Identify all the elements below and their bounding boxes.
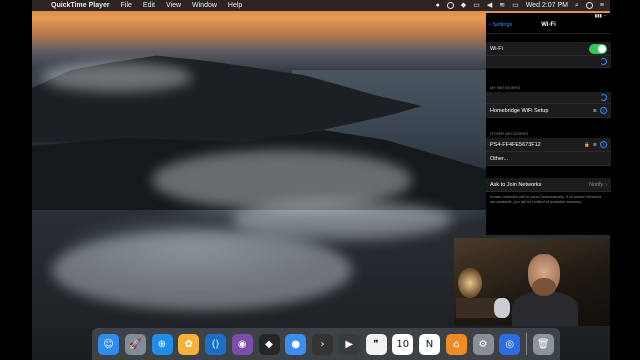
app-menu[interactable]: QuickTime Player — [51, 0, 110, 11]
phone-nav-bar: ‹ Settings Wi-Fi — [486, 20, 611, 34]
ask-join-value: Notify — [589, 181, 604, 188]
menu-file[interactable]: File — [121, 0, 132, 11]
quote-app-icon[interactable]: ❞ — [365, 333, 387, 355]
final-cut-icon[interactable]: ▶ — [338, 333, 360, 355]
other-networks-header: OTHER NETWORKS — [490, 131, 529, 136]
cloud — [232, 200, 452, 240]
notion-icon[interactable]: N — [419, 333, 440, 355]
webcam-overlay — [454, 238, 610, 326]
prompt-icon[interactable]: › — [312, 333, 333, 355]
github-desktop-icon[interactable]: ◉ — [231, 333, 253, 355]
dock: ☺ 🚀 ⊕ ✿ ⟨⟩ ◉ ◆ ● › ▶ ❞ 10 N ⌂ ⚙ ◎ 🗑 — [92, 328, 560, 360]
wifi-status-icon[interactable]: ≋ — [499, 0, 505, 11]
chevron-right-icon: › — [605, 181, 607, 188]
cloud — [52, 230, 352, 310]
lamp — [458, 268, 482, 298]
status-menus: ● ◆ ▭ ◀ ≋ ▭ Wed 2:07 PM ⌕ ≡ — [429, 0, 610, 11]
user-avatar-icon[interactable] — [585, 2, 593, 9]
creative-cloud-icon[interactable] — [446, 2, 454, 9]
ask-join-label: Ask to Join Networks — [490, 181, 542, 188]
lock-icon: 🔒 — [584, 141, 590, 147]
safari-icon[interactable]: ⊕ — [151, 333, 173, 355]
finder-icon[interactable]: ☺ — [98, 333, 119, 355]
other-label: Other... — [490, 155, 509, 162]
my-networks-header: MY NETWORKS — [490, 85, 521, 90]
messages-icon[interactable]: ● — [285, 333, 307, 355]
wifi-signal-icon: ≋ — [592, 107, 597, 114]
spotlight-icon[interactable]: ⌕ — [575, 0, 579, 11]
network-row-homebridge[interactable]: Homebridge WiFi Setup ≋ i — [486, 104, 611, 118]
info-icon[interactable]: i — [600, 107, 607, 114]
person-beard — [532, 278, 556, 296]
spinner-icon — [600, 94, 607, 101]
connecting-row — [486, 56, 611, 68]
vscode-icon[interactable]: ⟨⟩ — [205, 333, 226, 355]
battery-icon[interactable]: ▭ — [512, 0, 519, 11]
home-icon[interactable]: ⌂ — [445, 333, 467, 355]
wifi-toggle[interactable] — [589, 43, 607, 54]
screen-recorder-icon[interactable]: ◎ — [499, 333, 521, 355]
menu-edit[interactable]: Edit — [143, 0, 155, 11]
speaker-icon[interactable]: ◀ — [487, 0, 492, 11]
airplay-icon[interactable]: ▭ — [473, 0, 480, 11]
other-network-row[interactable]: Other... — [486, 152, 611, 166]
network-row-ps4[interactable]: PS4-FF4FE5673F12 🔒 ≋ i — [486, 138, 611, 152]
launchpad-icon[interactable]: 🚀 — [124, 333, 146, 355]
menu-bar: QuickTime Player File Edit View Window H… — [32, 0, 610, 11]
dropbox-icon[interactable]: ◆ — [461, 0, 466, 11]
iphone-mirror-window: ▮▮▮ ◔ ‹ Settings Wi-Fi Wi-Fi MY NETWORKS… — [486, 13, 611, 235]
network-name: PS4-FF4FE5673F12 — [490, 141, 541, 148]
notification-center-icon[interactable]: ≡ — [600, 0, 604, 11]
page-title: Wi-Fi — [541, 22, 556, 28]
person-hand — [494, 298, 510, 318]
menu-window[interactable]: Window — [192, 0, 217, 11]
ask-to-join-row[interactable]: Ask to Join Networks Notify › — [486, 178, 611, 192]
menu-view[interactable]: View — [166, 0, 181, 11]
calendar-icon[interactable]: 10 — [392, 333, 414, 355]
clock[interactable]: Wed 2:07 PM — [526, 0, 568, 11]
person-body — [512, 292, 578, 326]
trash-icon[interactable]: 🗑 — [532, 333, 554, 355]
system-preferences-icon[interactable]: ⚙ — [472, 333, 494, 355]
menu-help[interactable]: Help — [228, 0, 242, 11]
cloud — [42, 62, 192, 92]
photos-icon[interactable]: ✿ — [178, 333, 200, 355]
wifi-label: Wi-Fi — [490, 45, 503, 52]
ask-join-footer: Known networks will be joined automatica… — [490, 195, 602, 204]
spinner-icon — [600, 58, 607, 65]
network-name: Homebridge WiFi Setup — [490, 107, 549, 114]
dock-separator — [526, 333, 527, 355]
wifi-toggle-row: Wi-Fi — [486, 42, 611, 56]
phone-status-bar: ▮▮▮ ◔ — [594, 13, 606, 18]
wifi-signal-icon: ≋ — [592, 141, 597, 148]
record-icon[interactable]: ● — [436, 0, 440, 11]
figma-icon[interactable]: ◆ — [258, 333, 280, 355]
my-networks-loading-row — [486, 92, 611, 104]
info-icon[interactable]: i — [600, 141, 607, 148]
